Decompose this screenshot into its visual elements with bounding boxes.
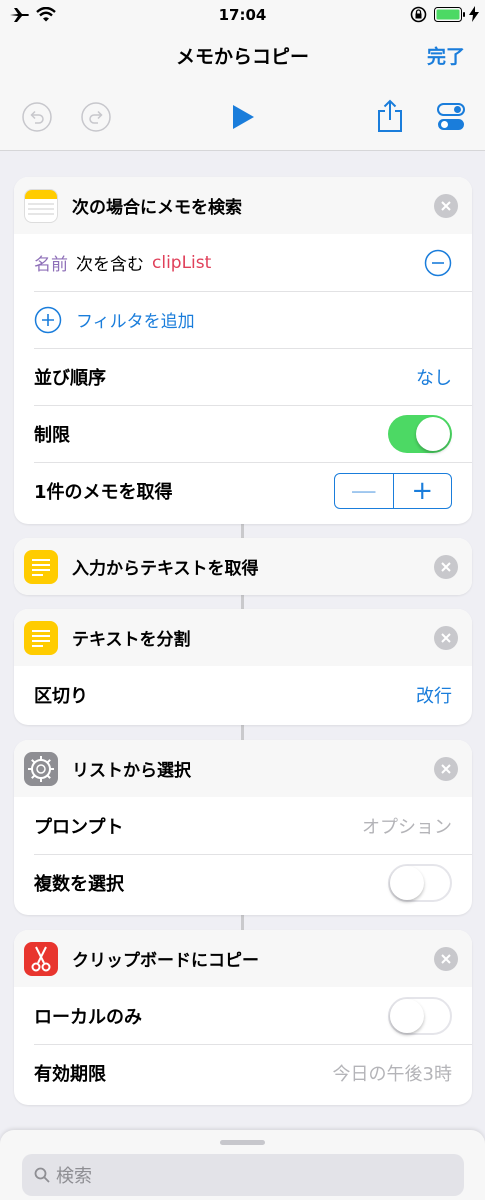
toggle-knob — [416, 416, 450, 451]
close-icon — [441, 562, 451, 572]
sort-row[interactable]: 並び順序 なし — [14, 348, 472, 405]
search-input[interactable]: 検索 — [22, 1154, 464, 1196]
separator-label: 区切り — [34, 685, 88, 707]
close-icon — [441, 633, 451, 643]
share-button[interactable] — [376, 98, 404, 134]
battery-icon — [434, 7, 465, 22]
undo-button[interactable] — [22, 102, 52, 132]
run-button[interactable] — [230, 104, 256, 130]
toggle-knob — [390, 865, 424, 900]
connector-line — [241, 913, 244, 931]
redo-icon — [81, 102, 111, 132]
prompt-input[interactable]: オプション — [362, 813, 452, 839]
filter-field[interactable]: 名前 — [34, 250, 68, 275]
close-icon — [441, 954, 451, 964]
filter-row[interactable]: 名前 次を含む clipList — [14, 234, 472, 291]
separator-row[interactable]: 区切り 改行 — [14, 666, 472, 723]
done-button[interactable]: 完了 — [427, 42, 465, 69]
action-title: 次の場合にメモを検索 — [72, 198, 242, 218]
get-text-action[interactable]: 入力からテキストを取得 — [14, 538, 472, 595]
remove-action-button[interactable] — [434, 555, 458, 579]
scissors-icon — [24, 941, 58, 976]
text-icon — [24, 549, 58, 584]
charging-icon — [469, 6, 479, 22]
sort-value[interactable]: なし — [416, 364, 452, 390]
status-bar: 17:04 — [0, 0, 485, 30]
add-filter-icon[interactable] — [34, 306, 62, 334]
close-icon — [441, 201, 451, 211]
redo-button[interactable] — [81, 102, 111, 132]
action-drawer[interactable]: 検索 — [0, 1130, 485, 1200]
limit-label: 制限 — [34, 424, 70, 446]
remove-filter-icon[interactable] — [424, 249, 452, 277]
search-icon — [34, 1167, 50, 1183]
remove-action-button[interactable] — [434, 947, 458, 971]
share-icon — [378, 99, 402, 132]
action-title: 入力からテキストを取得 — [72, 559, 259, 579]
expiration-label: 有効期限 — [34, 1063, 106, 1085]
add-filter-row[interactable]: フィルタを追加 — [14, 291, 472, 348]
drawer-grabber[interactable] — [220, 1140, 265, 1145]
increment-button[interactable]: + — [394, 474, 452, 508]
get-count-row: 1件のメモを取得 — + — [14, 462, 472, 519]
toggle-knob — [390, 998, 424, 1033]
page-title: メモからコピー — [175, 46, 309, 68]
limit-row: 制限 — [14, 405, 472, 462]
remove-action-button[interactable] — [434, 757, 458, 781]
choose-from-list-action[interactable]: リストから選択 プロンプト オプション 複数を選択 — [14, 740, 472, 915]
gear-icon — [24, 751, 58, 786]
filter-value[interactable]: clipList — [152, 253, 424, 273]
copy-to-clipboard-action[interactable]: クリップボードにコピー ローカルのみ 有効期限 今日の午後3時 — [14, 930, 472, 1105]
limit-toggle[interactable] — [388, 414, 452, 453]
multiple-label: 複数を選択 — [34, 873, 124, 895]
close-icon — [441, 764, 451, 774]
action-header[interactable]: 次の場合にメモを検索 — [14, 177, 472, 234]
separator-value[interactable]: 改行 — [416, 682, 452, 708]
local-only-toggle[interactable] — [388, 996, 452, 1035]
sort-label: 並び順序 — [34, 367, 106, 389]
local-only-row: ローカルのみ — [14, 987, 472, 1044]
find-notes-action[interactable]: 次の場合にメモを検索 名前 次を含む clipList フィルタを追加 並び順序… — [14, 177, 472, 524]
expiration-input[interactable]: 今日の午後3時 — [333, 1060, 452, 1086]
expiration-row[interactable]: 有効期限 今日の午後3時 — [14, 1044, 472, 1101]
search-placeholder: 検索 — [56, 1166, 92, 1187]
prompt-label: プロンプト — [34, 816, 124, 838]
settings-button[interactable] — [436, 102, 466, 132]
count-stepper[interactable]: — + — [334, 472, 452, 509]
play-icon — [233, 105, 254, 129]
prompt-row[interactable]: プロンプト オプション — [14, 797, 472, 854]
text-icon — [24, 620, 58, 655]
action-title: クリップボードにコピー — [72, 951, 259, 971]
remove-action-button[interactable] — [434, 194, 458, 218]
action-header[interactable]: クリップボードにコピー — [14, 930, 472, 987]
remove-action-button[interactable] — [434, 626, 458, 650]
action-title: テキストを分割 — [72, 630, 191, 650]
undo-icon — [22, 102, 52, 132]
toggles-icon — [437, 103, 465, 130]
notes-app-icon — [24, 188, 58, 223]
local-only-label: ローカルのみ — [34, 1006, 142, 1028]
multiple-toggle[interactable] — [388, 863, 452, 902]
action-header[interactable]: テキストを分割 — [14, 609, 472, 666]
multiple-row: 複数を選択 — [14, 854, 472, 911]
decrement-button[interactable]: — — [335, 473, 394, 508]
action-header[interactable]: リストから選択 — [14, 740, 472, 797]
action-title: リストから選択 — [72, 761, 191, 781]
action-header[interactable]: 入力からテキストを取得 — [14, 538, 472, 595]
rotation-lock-icon — [410, 6, 427, 23]
filter-operator[interactable]: 次を含む — [76, 250, 144, 275]
split-text-action[interactable]: テキストを分割 区切り 改行 — [14, 609, 472, 725]
add-filter-label[interactable]: フィルタを追加 — [76, 307, 195, 332]
get-count-label: 1件のメモを取得 — [34, 481, 173, 503]
